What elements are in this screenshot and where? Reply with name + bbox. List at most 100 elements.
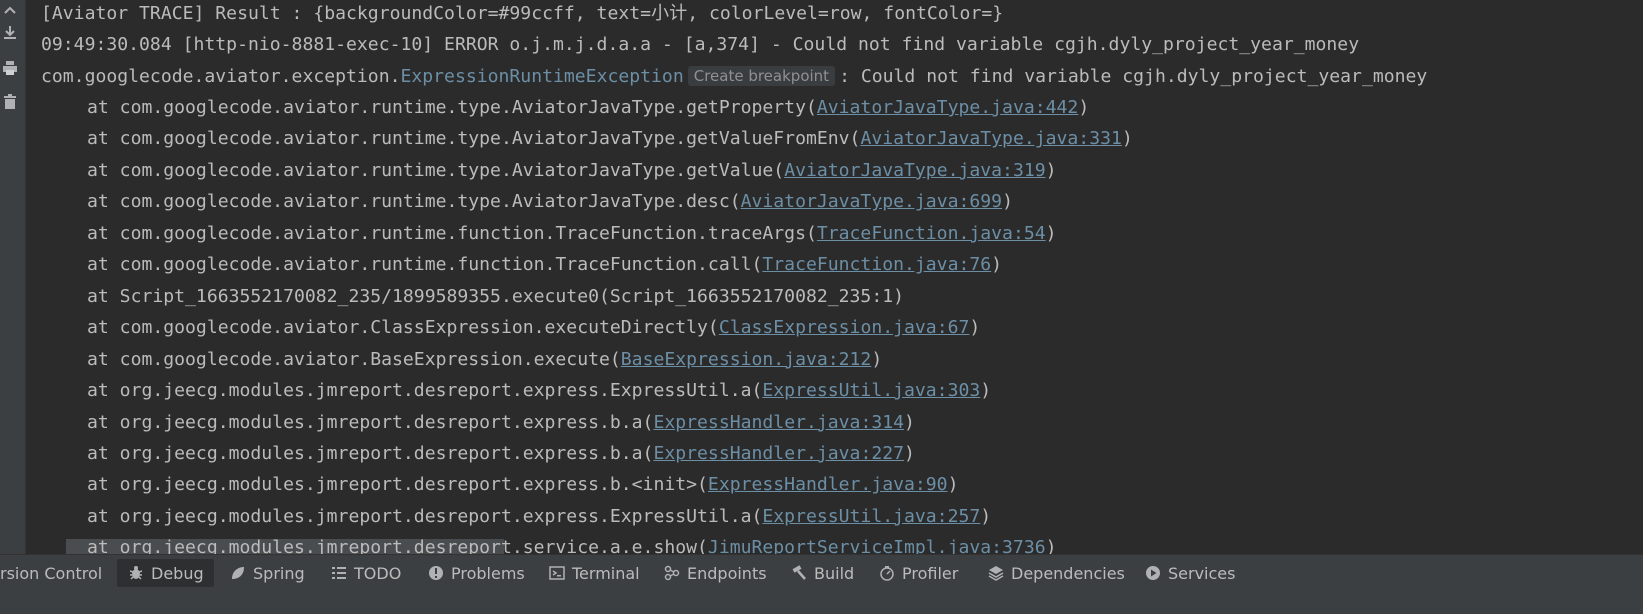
terminal-icon — [548, 564, 566, 582]
create-breakpoint-button[interactable]: Create breakpoint — [687, 66, 836, 86]
tab-profiler[interactable]: Profiler — [878, 559, 958, 587]
stack-frame-close: ) — [904, 442, 915, 464]
source-file-link[interactable]: ExpressUtil.java:303 — [762, 380, 980, 401]
stack-frame-close: ) — [980, 505, 992, 527]
tab-version-control[interactable]: rsion Control — [0, 559, 102, 587]
source-file-link[interactable]: TraceFunction.java:76 — [762, 254, 991, 275]
tab-label: Terminal — [572, 563, 640, 583]
source-file-link[interactable]: AviatorJavaType.java:699 — [741, 191, 1002, 212]
hammer-icon — [790, 564, 808, 582]
source-file-link[interactable]: AviatorJavaType.java:331 — [860, 128, 1121, 149]
list-icon — [330, 564, 348, 582]
tab-label: Debug — [151, 563, 204, 583]
source-file-link[interactable]: AviatorJavaType.java:442 — [817, 97, 1078, 118]
download-icon[interactable] — [0, 22, 20, 42]
stack-frame-close: ) — [1002, 191, 1013, 213]
stack-frame-line: at org.jeecg.modules.jmreport.desreport.… — [87, 411, 915, 435]
stack-frame-method: at com.googlecode.aviator.runtime.type.A… — [87, 128, 861, 150]
print-icon[interactable] — [0, 58, 20, 78]
stack-frame-line: at com.googlecode.aviator.runtime.type.A… — [87, 159, 1057, 183]
tab-spring[interactable]: Spring — [229, 559, 305, 587]
stack-frame-method: at org.jeecg.modules.jmreport.desreport.… — [87, 537, 708, 554]
stack-frame-close: ) — [1045, 222, 1057, 244]
stack-frame-close: ) — [904, 411, 915, 433]
source-file-link[interactable]: TraceFunction.java:54 — [817, 223, 1046, 244]
tab-todo[interactable]: TODO — [330, 559, 401, 587]
tab-problems[interactable]: Problems — [427, 559, 525, 587]
stack-frame-line: at com.googlecode.aviator.runtime.functi… — [87, 222, 1057, 246]
stack-frame-line: at org.jeecg.modules.jmreport.desreport.… — [87, 505, 991, 529]
stack-frame-method: at com.googlecode.aviator.ClassExpressio… — [87, 317, 719, 339]
source-file-link[interactable]: ExpressHandler.java:227 — [653, 443, 904, 464]
tab-label: Profiler — [902, 563, 959, 583]
stack-frame-close: ) — [1078, 97, 1090, 118]
stack-frame-close: ) — [969, 317, 981, 339]
stack-frame-line: at org.jeecg.modules.jmreport.desreport.… — [87, 473, 958, 497]
stack-frame-close: ) — [1045, 159, 1057, 181]
tab-label: Spring — [253, 563, 305, 583]
stack-frame-close: ) — [947, 474, 959, 496]
tab-label: rsion Control — [0, 563, 103, 583]
tab-label: TODO — [354, 563, 402, 583]
stack-frame-line: at org.jeecg.modules.jmreport.desreport.… — [87, 442, 915, 466]
tab-debug[interactable]: Debug — [117, 559, 214, 587]
tab-services[interactable]: Services — [1144, 559, 1235, 587]
profiler-icon — [878, 564, 896, 582]
stack-frame-method: at org.jeecg.modules.jmreport.desreport.… — [87, 411, 654, 433]
trash-icon[interactable] — [0, 92, 20, 112]
source-file-link[interactable]: ExpressHandler.java:314 — [653, 412, 904, 433]
stack-frame-method: at com.googlecode.aviator.BaseExpression… — [87, 348, 621, 370]
stack-frame-line: at Script_1663552170082_235/1899589355.e… — [87, 285, 904, 309]
source-file-link[interactable]: ExpressHandler.java:90 — [708, 474, 948, 495]
stack-frame-line: at org.jeecg.modules.jmreport.desreport.… — [87, 536, 1057, 554]
stack-frame-close: ) — [1121, 128, 1133, 150]
stack-frame-line: at com.googlecode.aviator.runtime.functi… — [87, 253, 1002, 277]
tab-label: Problems — [451, 563, 525, 583]
tab-build[interactable]: Build — [790, 559, 854, 587]
tab-endpoints[interactable]: Endpoints — [663, 559, 767, 587]
tab-label: Services — [1168, 563, 1236, 583]
source-file-link[interactable]: JimuReportServiceImpl.java:3736 — [708, 537, 1046, 554]
stack-frame-line: at com.googlecode.aviator.runtime.type.A… — [87, 190, 1013, 214]
console-line: 09:49:30.084 [http-nio-8881-exec-10] ERR… — [41, 34, 1360, 55]
stack-frame-method: at com.googlecode.aviator.runtime.type.A… — [87, 191, 741, 213]
tab-label: Build — [814, 563, 855, 583]
stack-frame-method: at Script_1663552170082_235/1899589355.e… — [87, 285, 905, 307]
stack-frame-method: at org.jeecg.modules.jmreport.desreport.… — [87, 505, 763, 527]
stack-frame-method: at org.jeecg.modules.jmreport.desreport.… — [87, 442, 654, 464]
stack-frame-line: at com.googlecode.aviator.runtime.type.A… — [87, 96, 1089, 120]
stack-frame-method: at com.googlecode.aviator.runtime.functi… — [87, 254, 763, 276]
exception-line: com.googlecode.aviator.exception.Express… — [41, 65, 1427, 89]
stack-frame-line: at com.googlecode.aviator.BaseExpression… — [87, 348, 882, 372]
console-output[interactable]: [Aviator TRACE] Result : {backgroundColo… — [26, 0, 1643, 554]
stack-frame-close: ) — [991, 254, 1003, 276]
source-file-link[interactable]: AviatorJavaType.java:319 — [784, 160, 1045, 181]
exception-class-link[interactable]: ExpressionRuntimeException — [400, 66, 683, 87]
stack-frame-close: ) — [871, 348, 883, 370]
stack-frame-line: at org.jeecg.modules.jmreport.desreport.… — [87, 379, 991, 403]
layers-icon — [987, 564, 1005, 582]
stack-frame-close: ) — [1045, 537, 1057, 554]
warning-icon — [427, 564, 445, 582]
tab-terminal[interactable]: Terminal — [548, 559, 640, 587]
up-arrow-icon[interactable] — [0, 0, 20, 20]
stack-frame-method: at com.googlecode.aviator.runtime.functi… — [87, 222, 817, 244]
play-icon — [1144, 564, 1162, 582]
tab-dependencies[interactable]: Dependencies — [987, 559, 1125, 587]
endpoints-icon — [663, 564, 681, 582]
stack-frame-close: ) — [980, 380, 992, 402]
source-file-link[interactable]: BaseExpression.java:212 — [621, 349, 872, 370]
console-line: [Aviator TRACE] Result : {backgroundColo… — [41, 3, 1004, 24]
tab-label: Endpoints — [687, 563, 767, 583]
stack-frame-method: at org.jeecg.modules.jmreport.desreport.… — [87, 474, 708, 496]
stack-frame-method: at com.googlecode.aviator.runtime.type.A… — [87, 97, 817, 118]
exception-prefix: com.googlecode.aviator.exception. — [41, 66, 401, 87]
stack-frame-line: at com.googlecode.aviator.ClassExpressio… — [87, 316, 980, 340]
stack-frame-method: at com.googlecode.aviator.runtime.type.A… — [87, 159, 785, 181]
exception-message: : Could not find variable cgjh.dyly_proj… — [839, 66, 1428, 87]
tool-window-bar: rsion Control Debug Spring TODO Problems… — [0, 554, 1643, 614]
console-side-toolbar — [0, 0, 26, 554]
stack-frame-line: at com.googlecode.aviator.runtime.type.A… — [87, 127, 1133, 151]
source-file-link[interactable]: ClassExpression.java:67 — [719, 317, 970, 338]
source-file-link[interactable]: ExpressUtil.java:257 — [762, 506, 980, 527]
